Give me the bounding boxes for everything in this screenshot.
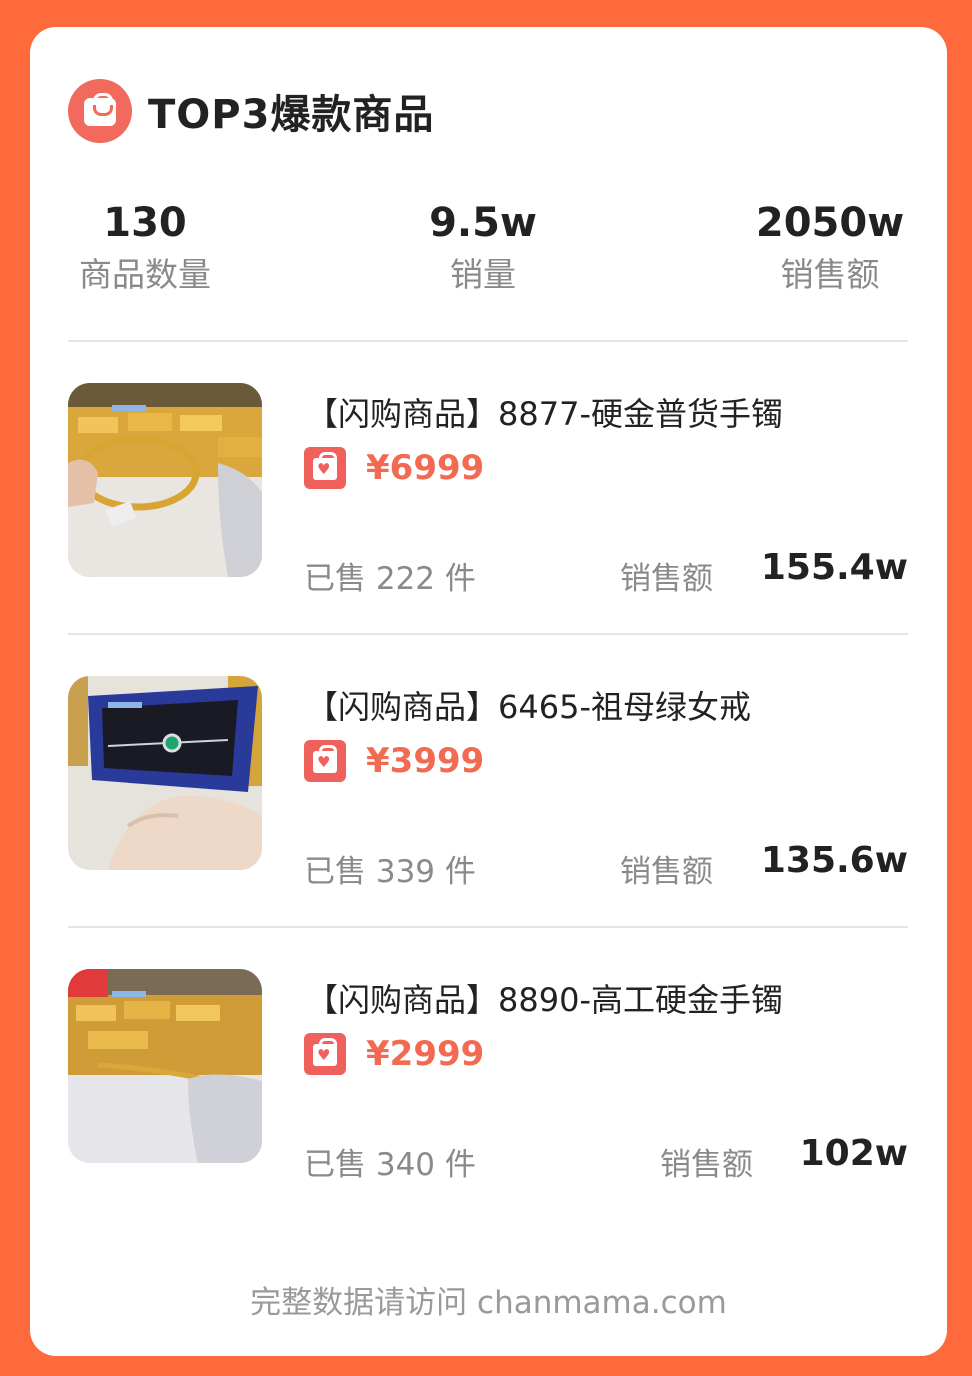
sold-count: 已售 222 件 (304, 561, 476, 597)
flash-sale-bag-icon: ♥ (304, 447, 346, 489)
divider (68, 340, 908, 342)
stat-label: 销售额 (780, 255, 880, 294)
card-header: TOP3爆款商品 (68, 79, 434, 143)
sold-count: 已售 339 件 (304, 854, 476, 890)
product-image[interactable] (68, 676, 262, 870)
stat-label: 商品数量 (79, 255, 211, 294)
price-row: ♥ ¥6999 (304, 447, 484, 489)
product-image[interactable] (68, 969, 262, 1163)
sold-count: 已售 340 件 (304, 1147, 476, 1183)
summary-stats: 130 商品数量 9.5w 销量 2050w 销售额 (30, 199, 947, 309)
stat-value: 9.5w (429, 200, 537, 246)
flash-sale-bag-icon: ♥ (304, 1033, 346, 1075)
sales-amount-label: 销售额 (620, 561, 713, 597)
divider (68, 926, 908, 928)
product-name[interactable]: 【闪购商品】8877-硬金普货手镯 (306, 389, 783, 435)
price-row: ♥ ¥3999 (304, 740, 484, 782)
stat-product-count: 130 商品数量 (25, 199, 265, 299)
shopping-bag-icon (68, 79, 132, 143)
product-name[interactable]: 【闪购商品】8890-高工硬金手镯 (306, 975, 783, 1021)
product-price: ¥3999 (366, 741, 485, 781)
sales-amount-value: 155.4w (760, 547, 908, 588)
product-item[interactable]: 【闪购商品】8890-高工硬金手镯 ♥ ¥2999 已售 340 件 销售额 1… (68, 969, 908, 1183)
flash-sale-bag-icon: ♥ (304, 740, 346, 782)
sales-amount-value: 102w (799, 1133, 908, 1174)
product-price: ¥2999 (366, 1034, 485, 1074)
stat-label: 销量 (450, 255, 516, 294)
price-row: ♥ ¥2999 (304, 1033, 484, 1075)
card-title: TOP3爆款商品 (148, 92, 435, 138)
product-name[interactable]: 【闪购商品】6465-祖母绿女戒 (306, 682, 751, 728)
sales-amount-label: 销售额 (660, 1147, 753, 1183)
stat-sales-amount: 2050w 销售额 (710, 199, 950, 299)
stat-sales-volume: 9.5w 销量 (363, 199, 603, 299)
sales-amount-value: 135.6w (760, 840, 908, 881)
sales-amount-label: 销售额 (620, 854, 713, 890)
product-item[interactable]: 【闪购商品】6465-祖母绿女戒 ♥ ¥3999 已售 339 件 销售额 13… (68, 676, 908, 890)
divider (68, 633, 908, 635)
stat-value: 130 (103, 200, 187, 246)
footer-link[interactable]: 完整数据请访问 chanmama.com (30, 1277, 947, 1322)
top3-card: TOP3爆款商品 130 商品数量 9.5w 销量 2050w 销售额 【闪购商… (30, 27, 947, 1356)
product-image[interactable] (68, 383, 262, 577)
stat-value: 2050w (755, 200, 905, 246)
product-price: ¥6999 (366, 448, 485, 488)
product-item[interactable]: 【闪购商品】8877-硬金普货手镯 ♥ ¥6999 已售 222 件 销售额 1… (68, 383, 908, 597)
